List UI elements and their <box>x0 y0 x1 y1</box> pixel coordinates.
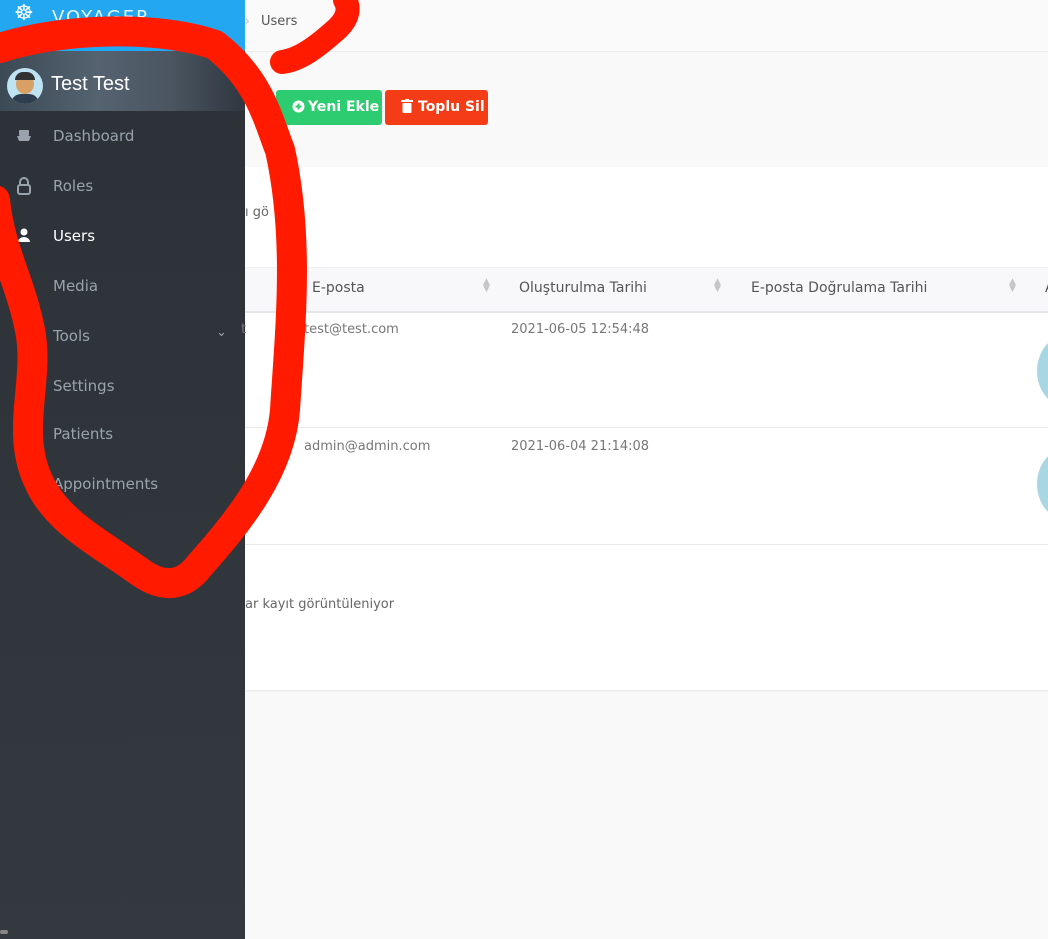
column-header-verified[interactable]: E-posta Doğrulama Tarihi <box>751 280 927 296</box>
sidebar-item-label: Appointments <box>53 475 159 493</box>
chevron-right-icon: › <box>245 14 250 28</box>
add-new-label: Yeni Ekle <box>308 99 380 115</box>
table-length-text: ı gö <box>245 205 269 220</box>
sidebar-item-label: Users <box>53 227 96 245</box>
brand-bar[interactable]: ☸ VOYAGER <box>0 0 245 51</box>
sidebar: ☸ VOYAGER Test Test Dashboard Roles User… <box>0 0 245 939</box>
row-action-button[interactable] <box>1037 335 1048 407</box>
sidebar-item-appointments[interactable]: Appointments <box>0 459 245 509</box>
add-new-button[interactable]: Yeni Ekle <box>276 90 382 125</box>
sidebar-scrollbar[interactable] <box>0 930 8 934</box>
column-header-email[interactable]: E-posta <box>312 280 365 296</box>
sidebar-item-label: Media <box>53 277 99 295</box>
row-action-button[interactable] <box>1037 448 1048 520</box>
sidebar-item-patients[interactable]: Patients <box>0 409 245 459</box>
bulk-delete-label: Toplu Sil <box>418 99 485 115</box>
sidebar-item-label: Dashboard <box>53 127 135 145</box>
lock-icon <box>16 177 32 195</box>
image-icon <box>16 277 32 295</box>
user-panel[interactable]: Test Test <box>0 51 245 111</box>
name-cell: t <box>241 322 247 337</box>
chevron-down-icon[interactable]: ⌄ <box>216 325 227 340</box>
gear-icon: ⚙ <box>17 377 31 395</box>
person-icon <box>16 227 32 245</box>
avatar[interactable] <box>7 68 43 104</box>
sidebar-item-roles[interactable]: Roles <box>0 161 245 211</box>
created-cell: 2021-06-05 12:54:48 <box>511 322 650 337</box>
sidebar-item-settings[interactable]: ⚙ Settings <box>0 361 245 409</box>
sort-icon[interactable]: ▲ ▼ <box>1009 278 1016 294</box>
brand-name: VOYAGER <box>52 8 151 20</box>
sidebar-item-label: Roles <box>53 177 94 195</box>
sidebar-item-tools[interactable]: Tools ⌄ <box>0 311 245 361</box>
hammer-icon <box>16 327 32 345</box>
trash-icon <box>401 90 413 125</box>
sidebar-menu: Dashboard Roles Users Media Tools ⌄ ⚙ Se… <box>0 111 245 509</box>
table-header: E-posta ▲ ▼ Oluşturulma Tarihi ▲ ▼ E-posta… <box>245 267 1048 313</box>
sidebar-item-media[interactable]: Media <box>0 261 245 311</box>
voyager-helm-icon: ☸ <box>14 1 34 26</box>
users-table-panel: ı gö E-posta ▲ ▼ Oluşturulma Tarihi ▲ ▼ E-… <box>241 167 1048 690</box>
email-cell: test@test.com <box>304 322 399 337</box>
email-cell: admin@admin.com <box>304 439 431 454</box>
sidebar-item-label: Patients <box>53 425 114 443</box>
sidebar-item-dashboard[interactable]: Dashboard <box>0 111 245 161</box>
boat-icon <box>16 127 32 145</box>
sidebar-item-users[interactable]: Users <box>0 211 245 261</box>
created-cell: 2021-06-04 21:14:08 <box>511 439 650 454</box>
sort-icon[interactable]: ▲ ▼ <box>714 278 721 294</box>
user-name: Test Test <box>51 73 130 95</box>
plus-circle-icon <box>292 90 305 125</box>
table-row[interactable]: t test@test.com 2021-06-05 12:54:48 <box>241 311 1048 428</box>
sidebar-item-label: Tools <box>53 327 90 345</box>
sort-icon[interactable]: ▲ ▼ <box>483 278 490 294</box>
table-row[interactable]: admin@admin.com 2021-06-04 21:14:08 <box>245 428 1048 545</box>
table-info-text: ar kayıt görüntüleniyor <box>245 597 395 612</box>
breadcrumb: › Users <box>245 0 1048 52</box>
breadcrumb-current: Users <box>261 14 298 29</box>
sidebar-item-label: Settings <box>53 377 115 395</box>
bulk-delete-button[interactable]: Toplu Sil <box>385 90 488 125</box>
column-header-created[interactable]: Oluşturulma Tarihi <box>519 280 647 296</box>
